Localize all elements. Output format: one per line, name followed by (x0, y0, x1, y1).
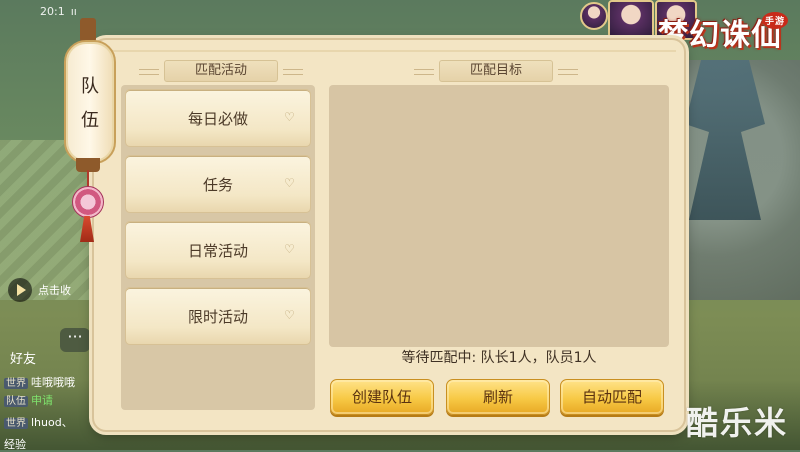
chat-channel-tag: 世界 (4, 418, 28, 429)
lantern-char: 伍 (81, 110, 99, 131)
chat-channel-tag: 世界 (4, 378, 28, 389)
voice-play-button[interactable]: 点击收 (8, 278, 71, 302)
refresh-button[interactable]: 刷新 (446, 379, 550, 415)
chat-line: 队伍 申请 (4, 392, 53, 408)
clock: 20:1 (40, 4, 65, 18)
team-match-panel: 匹配活动 匹配目标 每日必做 ♡ 任务 ♡ 日常活动 ♡ 限时活动 ♡ 等待匹配… (92, 38, 686, 432)
player-portrait[interactable] (608, 0, 654, 40)
logo-seal: 手游 (761, 12, 788, 29)
activity-label: 限时活动 (187, 307, 248, 326)
chat-line: 世界 lhuod、 (4, 414, 73, 430)
team-tab-lantern[interactable]: 队 伍 (58, 18, 118, 242)
chat-message: 哇哦哦哦 (31, 376, 75, 389)
chevron-down-icon: ♡ (284, 110, 295, 124)
chat-message: 申请 (31, 394, 53, 407)
match-target-title: 匹配目标 (414, 60, 578, 82)
chevron-down-icon: ♡ (284, 242, 295, 256)
voice-play-label: 点击收 (38, 284, 71, 297)
activity-label: 任务 (202, 175, 233, 194)
panel-top-decoration (102, 42, 676, 52)
lantern-body: 队 伍 (64, 40, 116, 164)
charm-icon (72, 186, 104, 218)
activity-label: 每日必做 (187, 109, 248, 128)
lantern-char: 队 (81, 76, 99, 97)
activity-label: 日常活动 (187, 241, 248, 260)
signal-icon: ıı (70, 4, 77, 18)
tassel-icon (80, 216, 94, 242)
activity-item-limited[interactable]: 限时活动 ♡ (125, 287, 311, 345)
activity-list: 每日必做 ♡ 任务 ♡ 日常活动 ♡ 限时活动 ♡ (121, 85, 315, 410)
target-avatar[interactable] (580, 2, 608, 30)
play-icon (8, 278, 32, 302)
chevron-down-icon: ♡ (284, 308, 295, 322)
watermark: 酷乐米 (685, 404, 788, 442)
create-team-button[interactable]: 创建队伍 (330, 379, 434, 415)
match-status-text: 等待匹配中: 队长1人，队员1人 (401, 350, 597, 366)
auto-match-button[interactable]: 自动匹配 (560, 379, 664, 415)
match-target-area (329, 85, 669, 347)
lantern-cap (80, 18, 96, 42)
match-activity-title: 匹配活动 (139, 60, 303, 82)
chat-line: 世界 哇哦哦哦 (4, 374, 75, 390)
activity-item-routine[interactable]: 日常活动 ♡ (125, 221, 311, 279)
chat-message: 经验 (4, 438, 26, 451)
chat-bubble-icon[interactable]: ··· (60, 328, 90, 352)
activity-item-quest[interactable]: 任务 ♡ (125, 155, 311, 213)
chevron-down-icon: ♡ (284, 176, 295, 190)
chat-channel-tag: 队伍 (4, 396, 28, 407)
chat-message: lhuod、 (31, 416, 73, 429)
friends-label[interactable]: 好友 (10, 348, 36, 367)
activity-item-daily[interactable]: 每日必做 ♡ (125, 89, 311, 147)
